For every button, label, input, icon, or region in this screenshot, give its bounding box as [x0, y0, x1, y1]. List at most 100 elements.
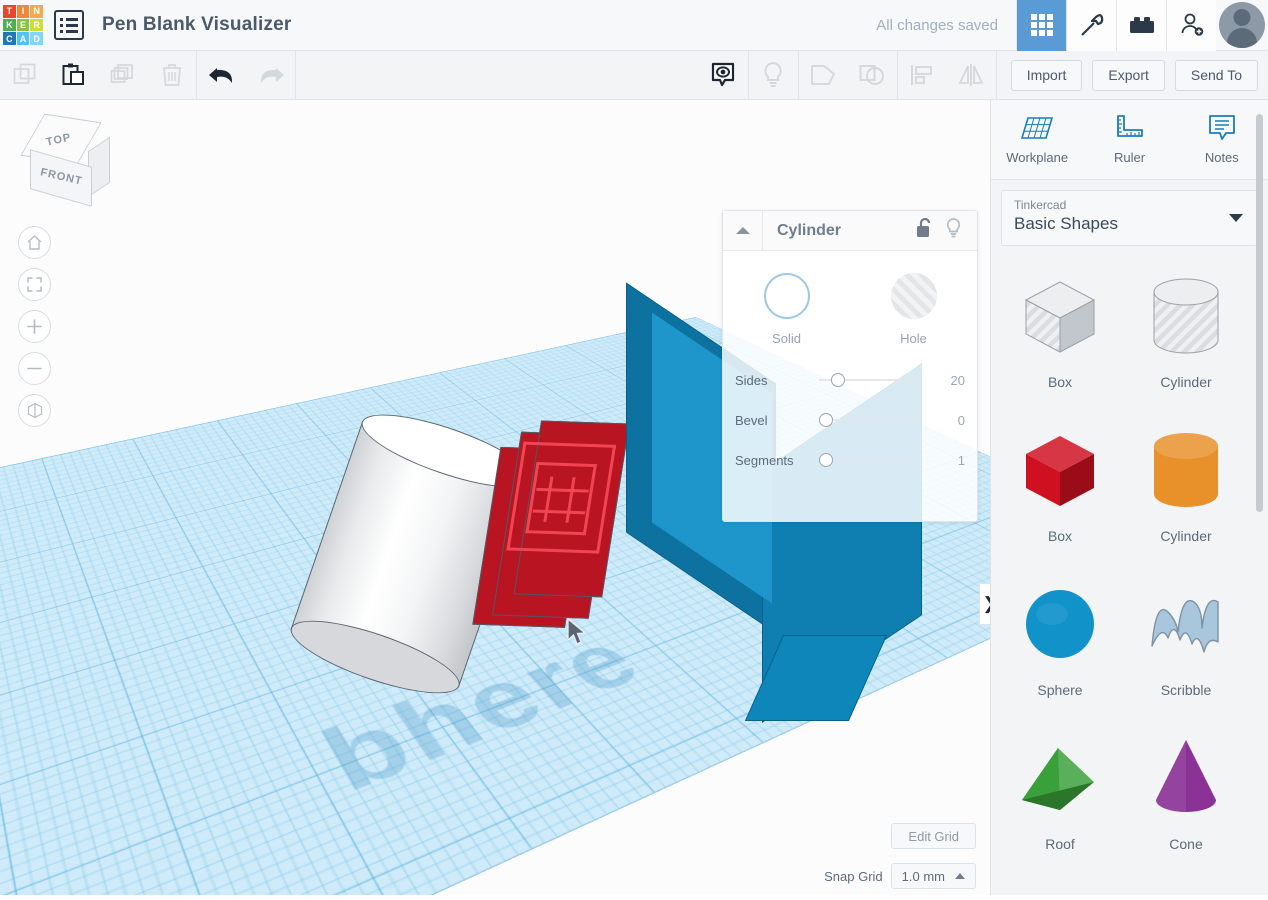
- logo-tile-d: D: [30, 32, 43, 45]
- slider-knob[interactable]: [831, 373, 845, 387]
- zoom-out-button[interactable]: [18, 352, 51, 385]
- solid-mode-option[interactable]: Solid: [739, 273, 835, 346]
- slider-knob[interactable]: [819, 453, 833, 467]
- property-label: Sides: [735, 372, 768, 388]
- undo-icon[interactable]: [197, 51, 246, 99]
- paste-icon[interactable]: [49, 51, 98, 99]
- triangle-up-icon[interactable]: [723, 211, 763, 250]
- copy-icon[interactable]: [0, 51, 49, 99]
- workplane-icon[interactable]: Workplane: [991, 100, 1083, 179]
- logo-tile-e: E: [16, 18, 30, 32]
- property-row-bevel: Bevel 0: [723, 400, 977, 440]
- duplicate-icon[interactable]: [98, 51, 147, 99]
- shape-box-hole[interactable]: Box: [1005, 260, 1115, 390]
- zoom-in-button[interactable]: [18, 310, 51, 343]
- shape-mode-group: Solid Hole: [723, 251, 977, 352]
- bricks-icon[interactable]: [1116, 0, 1166, 51]
- property-row-segments: Segments 1: [723, 440, 977, 480]
- shape-label: Cylinder: [1160, 528, 1212, 544]
- send-to-button[interactable]: Send To: [1174, 59, 1258, 91]
- shape-cylinder-orange[interactable]: Cylinder: [1131, 414, 1241, 544]
- logo-tile-c: C: [3, 32, 16, 45]
- property-slider[interactable]: [819, 453, 919, 467]
- snap-grid-value: 1.0 mm: [901, 868, 945, 884]
- invite-user-icon[interactable]: [1166, 0, 1216, 51]
- slider-track: [819, 459, 919, 461]
- save-status: All changes saved: [876, 16, 998, 34]
- property-rows: Sides 20 Bevel 0 Segments 1: [723, 352, 977, 480]
- delete-icon[interactable]: [147, 51, 196, 99]
- shape-library-dropdown[interactable]: Tinkercad Basic Shapes: [1001, 190, 1258, 246]
- mirror-icon[interactable]: [947, 51, 996, 99]
- grid-view-icon[interactable]: [1016, 0, 1066, 51]
- shape-label: Sphere: [1037, 682, 1083, 698]
- cylinder-hole-icon: [1131, 260, 1241, 372]
- toolbar-divider: [295, 51, 296, 99]
- slider-knob[interactable]: [819, 413, 833, 427]
- inspector-title: Cylinder: [777, 221, 842, 239]
- shape-sphere-blue[interactable]: Sphere: [1005, 568, 1115, 698]
- lightbulb-icon[interactable]: [749, 51, 798, 99]
- snap-grid-select[interactable]: 1.0 mm: [890, 863, 976, 889]
- shape-label: Cylinder: [1160, 374, 1212, 390]
- project-list-icon[interactable]: [54, 10, 84, 40]
- perspective-toggle-button[interactable]: [18, 394, 51, 427]
- shape-label: Box: [1047, 374, 1073, 390]
- gallery-row: Box Cylinder: [1005, 260, 1258, 390]
- workplane-label: Workplane: [1006, 150, 1069, 165]
- view-cube[interactable]: TOP FRONT: [20, 113, 112, 207]
- logo-tile-a: A: [16, 32, 30, 45]
- right-sidebar: Workplane Ruler Notes Tinkercad Basic Sh…: [990, 100, 1268, 895]
- fit-to-view-button[interactable]: [18, 268, 51, 301]
- top-bar: TIN KER CAD Pen Blank Visualizer All chang…: [0, 0, 1268, 51]
- property-value: 1: [957, 452, 965, 468]
- gallery-scrollbar[interactable]: [1256, 114, 1263, 512]
- roof-green-icon: [1005, 722, 1115, 834]
- align-icon[interactable]: [898, 51, 947, 99]
- inspector-header: Cylinder: [723, 211, 977, 251]
- property-slider[interactable]: [819, 413, 919, 427]
- shape-label: Cone: [1169, 836, 1203, 852]
- snap-grid-label: Snap Grid: [824, 868, 883, 884]
- property-value: 20: [950, 372, 965, 388]
- shape-cone-purple[interactable]: Cone: [1131, 722, 1241, 852]
- page-title: Pen Blank Visualizer: [102, 14, 292, 35]
- shape-cylinder-hole[interactable]: Cylinder: [1131, 260, 1241, 390]
- chevron-down-icon: [1229, 214, 1243, 222]
- unlock-icon[interactable]: [915, 217, 934, 244]
- notes-label: Notes: [1204, 150, 1239, 165]
- shape-label: Scribble: [1160, 682, 1212, 698]
- property-slider[interactable]: [819, 373, 919, 387]
- shape-inspector-panel[interactable]: Cylinder Solid Hole Sides 20 Bevel 0 Seg…: [722, 210, 978, 522]
- slider-track: [819, 419, 919, 421]
- shape-roof-green[interactable]: Roof: [1005, 722, 1115, 852]
- edit-grid-button[interactable]: Edit Grid: [891, 823, 976, 849]
- snap-grid-control: Snap Grid 1.0 mm: [824, 863, 976, 889]
- export-button[interactable]: Export: [1092, 59, 1165, 91]
- lightbulb-icon[interactable]: [944, 217, 963, 244]
- shape-scribble[interactable]: Scribble: [1131, 568, 1241, 698]
- user-avatar[interactable]: [1219, 2, 1265, 48]
- import-button[interactable]: Import: [1010, 59, 1083, 91]
- codeblocks-icon[interactable]: [1066, 0, 1116, 51]
- ruler-icon[interactable]: Ruler: [1083, 100, 1175, 179]
- group-icon[interactable]: [799, 51, 848, 99]
- redo-icon[interactable]: [246, 51, 295, 99]
- notes-icon[interactable]: Notes: [1176, 100, 1268, 179]
- panel-collapse-tab[interactable]: ❯: [979, 583, 990, 625]
- logo-tile-t: T: [3, 5, 16, 18]
- property-label: Segments: [735, 452, 794, 468]
- visibility-icon[interactable]: [699, 51, 748, 99]
- ungroup-icon[interactable]: [848, 51, 897, 99]
- box-red-icon: [1005, 414, 1115, 526]
- shape-label: Box: [1047, 528, 1073, 544]
- design-canvas[interactable]: bhere TOP FRONT Cylinder Solid Hole Side…: [0, 100, 990, 895]
- shape-box-red[interactable]: Box: [1005, 414, 1115, 544]
- logo-tile-i: I: [16, 5, 30, 18]
- home-view-button[interactable]: [18, 226, 51, 259]
- property-value: 0: [957, 412, 965, 428]
- library-owner-label: Tinkercad: [1014, 198, 1067, 212]
- tinkercad-logo[interactable]: TIN KER CAD: [0, 0, 46, 51]
- hole-mode-option[interactable]: Hole: [866, 273, 962, 346]
- shape-gallery[interactable]: Box Cylinder Box Cylinder Sphere Scribble Roof…: [991, 252, 1268, 895]
